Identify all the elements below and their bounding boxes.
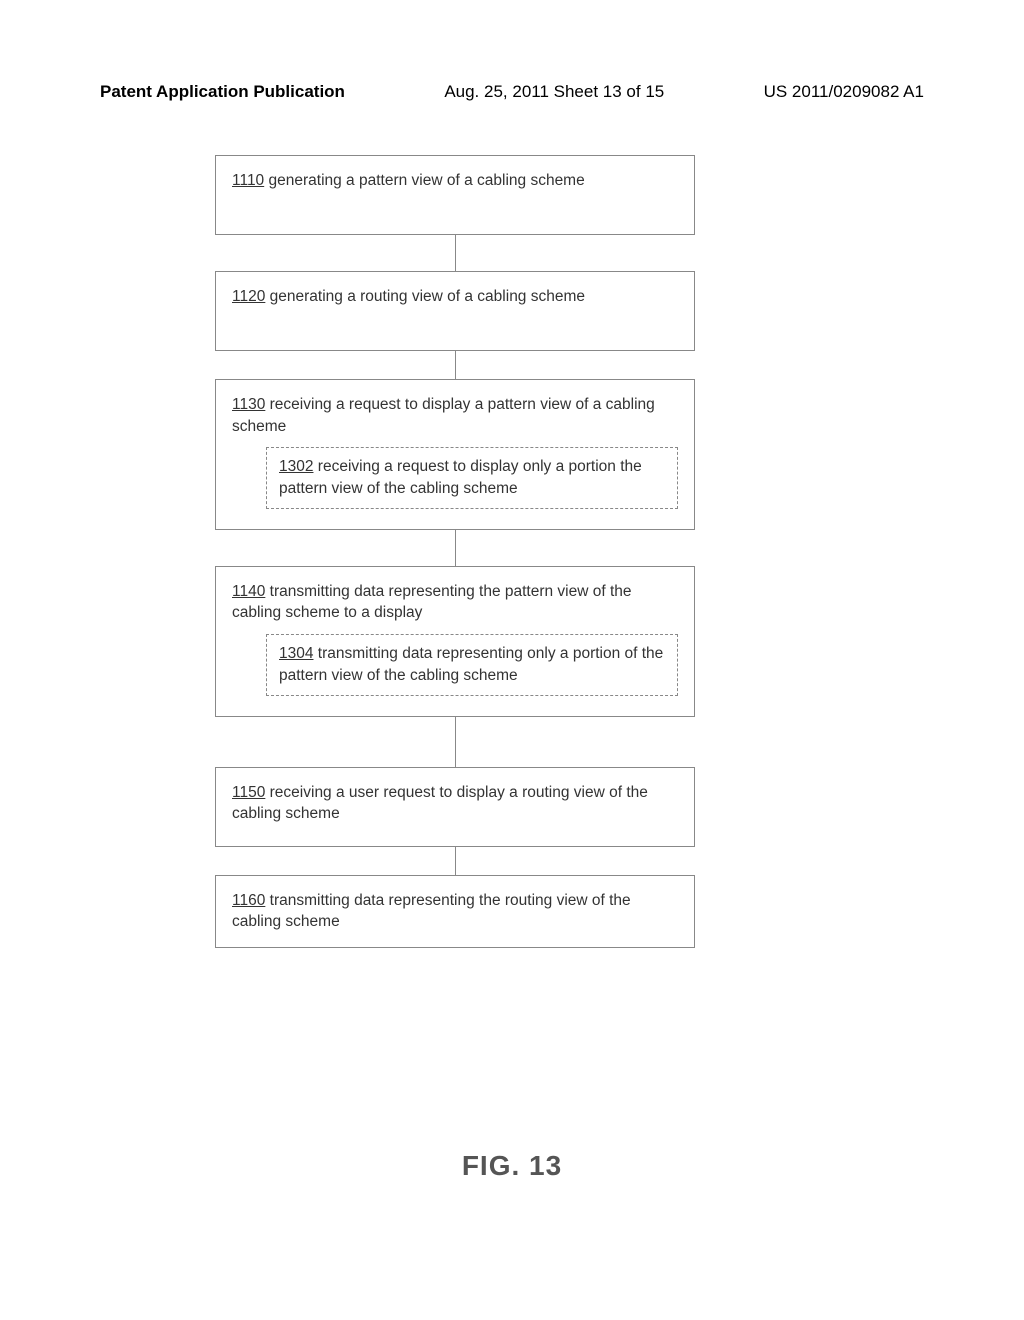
- connector: [455, 351, 456, 379]
- substep-ref: 1302: [279, 458, 313, 475]
- substep-ref: 1304: [279, 645, 313, 662]
- step-1160: 1160 transmitting data representing the …: [215, 875, 695, 948]
- substep-1304: 1304 transmitting data representing only…: [266, 634, 678, 695]
- step-1150: 1150 receiving a user request to display…: [215, 767, 695, 847]
- header-date-sheet: Aug. 25, 2011 Sheet 13 of 15: [444, 82, 664, 102]
- step-ref: 1150: [232, 784, 265, 801]
- step-ref: 1160: [232, 892, 265, 909]
- step-ref: 1110: [232, 172, 264, 189]
- step-1120: 1120 generating a routing view of a cabl…: [215, 271, 695, 351]
- step-1140: 1140 transmitting data representing the …: [215, 566, 695, 717]
- step-ref: 1130: [232, 396, 265, 413]
- step-text: generating a pattern view of a cabling s…: [264, 172, 585, 189]
- step-1130: 1130 receiving a request to display a pa…: [215, 379, 695, 530]
- step-text: transmitting data representing the patte…: [232, 583, 632, 622]
- flowchart: 1110 generating a pattern view of a cabl…: [215, 155, 695, 948]
- step-text: receiving a user request to display a ro…: [232, 784, 648, 823]
- connector: [455, 847, 456, 875]
- step-ref: 1140: [232, 583, 265, 600]
- step-1110: 1110 generating a pattern view of a cabl…: [215, 155, 695, 235]
- header-pub-number: US 2011/0209082 A1: [764, 82, 924, 102]
- step-text: transmitting data representing the routi…: [232, 892, 631, 931]
- page-header: Patent Application Publication Aug. 25, …: [0, 82, 1024, 102]
- substep-text: transmitting data representing only a po…: [279, 645, 663, 684]
- step-text: receiving a request to display a pattern…: [232, 396, 655, 435]
- connector: [455, 530, 456, 566]
- header-publication: Patent Application Publication: [100, 82, 345, 102]
- figure-label: FIG. 13: [0, 1150, 1024, 1182]
- connector: [455, 717, 456, 767]
- step-ref: 1120: [232, 288, 265, 305]
- connector: [455, 235, 456, 271]
- step-text: generating a routing view of a cabling s…: [265, 288, 585, 305]
- substep-text: receiving a request to display only a po…: [279, 458, 642, 497]
- substep-1302: 1302 receiving a request to display only…: [266, 447, 678, 508]
